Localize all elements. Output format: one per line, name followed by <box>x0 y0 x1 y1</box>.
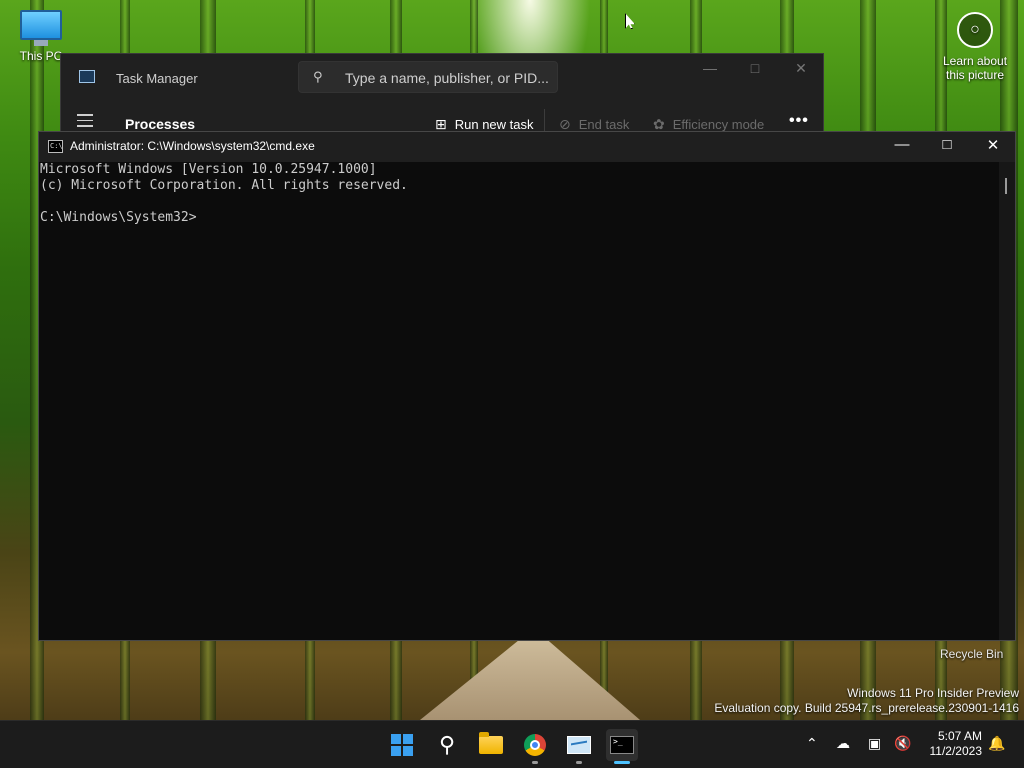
task-manager-window[interactable]: Task Manager ⚲ Type a name, publisher, o… <box>60 53 824 141</box>
chrome-icon <box>524 734 546 756</box>
more-options-button[interactable]: ••• <box>789 112 809 130</box>
cmd-minimize-button[interactable]: — <box>882 136 922 153</box>
clock-date: 11/2/2023 <box>929 744 983 758</box>
cmd-maximize-button[interactable]: □ <box>927 136 967 153</box>
taskbar: ⚲ >_ ⌃ ☁ ▣ 🔇 5:07 AM 11/2/2023 🔔 <box>0 720 1024 768</box>
scrollbar-thumb[interactable] <box>1005 178 1007 194</box>
notification-bell-icon[interactable]: 🔔 <box>988 735 1005 752</box>
processes-heading: Processes <box>125 116 196 132</box>
cmd-console[interactable]: Microsoft Windows [Version 10.0.25947.10… <box>39 162 999 640</box>
console-line: Microsoft Windows [Version 10.0.25947.10… <box>40 162 377 177</box>
task-manager-app-icon <box>79 70 95 83</box>
terminal-icon: >_ <box>610 736 634 754</box>
cmd-titlebar[interactable]: C:\ Administrator: C:\Windows\system32\c… <box>39 132 1015 162</box>
maximize-button[interactable]: □ <box>740 60 770 76</box>
search-button[interactable]: ⚲ <box>431 729 463 761</box>
close-button[interactable]: ✕ <box>786 60 816 77</box>
efficiency-mode-label: Efficiency mode <box>672 117 765 132</box>
hamburger-menu-icon[interactable] <box>77 114 93 131</box>
windows-start-icon <box>391 734 413 756</box>
terminal-taskbar-button[interactable]: >_ <box>606 729 638 764</box>
learn-label-line1: Learn about <box>942 54 1008 68</box>
console-prompt: C:\Windows\System32> <box>40 210 197 225</box>
learn-about-picture-icon[interactable]: ○ Learn about this picture <box>938 12 1012 82</box>
minimize-button[interactable]: — <box>695 60 725 76</box>
task-manager-taskbar-button[interactable] <box>563 729 595 764</box>
run-new-task-label: Run new task <box>454 117 534 132</box>
clock-time: 5:07 AM <box>937 729 982 743</box>
cmd-app-icon: C:\ <box>48 140 63 153</box>
cmd-window[interactable]: C:\ Administrator: C:\Windows\system32\c… <box>38 131 1016 641</box>
recycle-bin-label[interactable]: Recycle Bin <box>940 647 1003 661</box>
task-manager-title: Task Manager <box>116 71 198 86</box>
file-explorer-icon <box>479 732 503 754</box>
clock[interactable]: 5:07 AM 11/2/2023 <box>920 729 983 759</box>
learn-label-line2: this picture <box>945 68 1005 82</box>
volume-muted-icon[interactable]: 🔇 <box>894 735 911 752</box>
windows-watermark: Windows 11 Pro Insider Preview Evaluatio… <box>714 686 1019 716</box>
task-manager-search-input[interactable]: ⚲ Type a name, publisher, or PID... <box>298 61 558 93</box>
watermark-line2: Evaluation copy. Build 25947.rs_prerelea… <box>714 701 1019 715</box>
chevron-up-icon[interactable]: ⌃ <box>806 735 818 752</box>
chrome-button[interactable] <box>519 729 551 764</box>
search-icon: ⚲ <box>313 69 323 84</box>
end-task-label: End task <box>578 117 630 132</box>
network-icon[interactable]: ▣ <box>868 735 881 752</box>
camera-info-icon: ○ <box>957 12 993 48</box>
start-button[interactable] <box>386 729 418 761</box>
console-line: (c) Microsoft Corporation. All rights re… <box>40 178 408 193</box>
task-manager-icon <box>567 736 591 754</box>
cmd-title: Administrator: C:\Windows\system32\cmd.e… <box>70 139 315 153</box>
onedrive-offline-icon[interactable]: ☁ <box>836 735 850 752</box>
monitor-icon <box>20 10 62 40</box>
file-explorer-button[interactable] <box>475 729 507 761</box>
cmd-scrollbar[interactable] <box>999 162 1015 640</box>
search-icon: ⚲ <box>438 732 456 757</box>
search-placeholder: Type a name, publisher, or PID... <box>345 70 549 86</box>
cmd-close-button[interactable]: ✕ <box>973 136 1013 154</box>
watermark-line1: Windows 11 Pro Insider Preview <box>847 686 1019 700</box>
